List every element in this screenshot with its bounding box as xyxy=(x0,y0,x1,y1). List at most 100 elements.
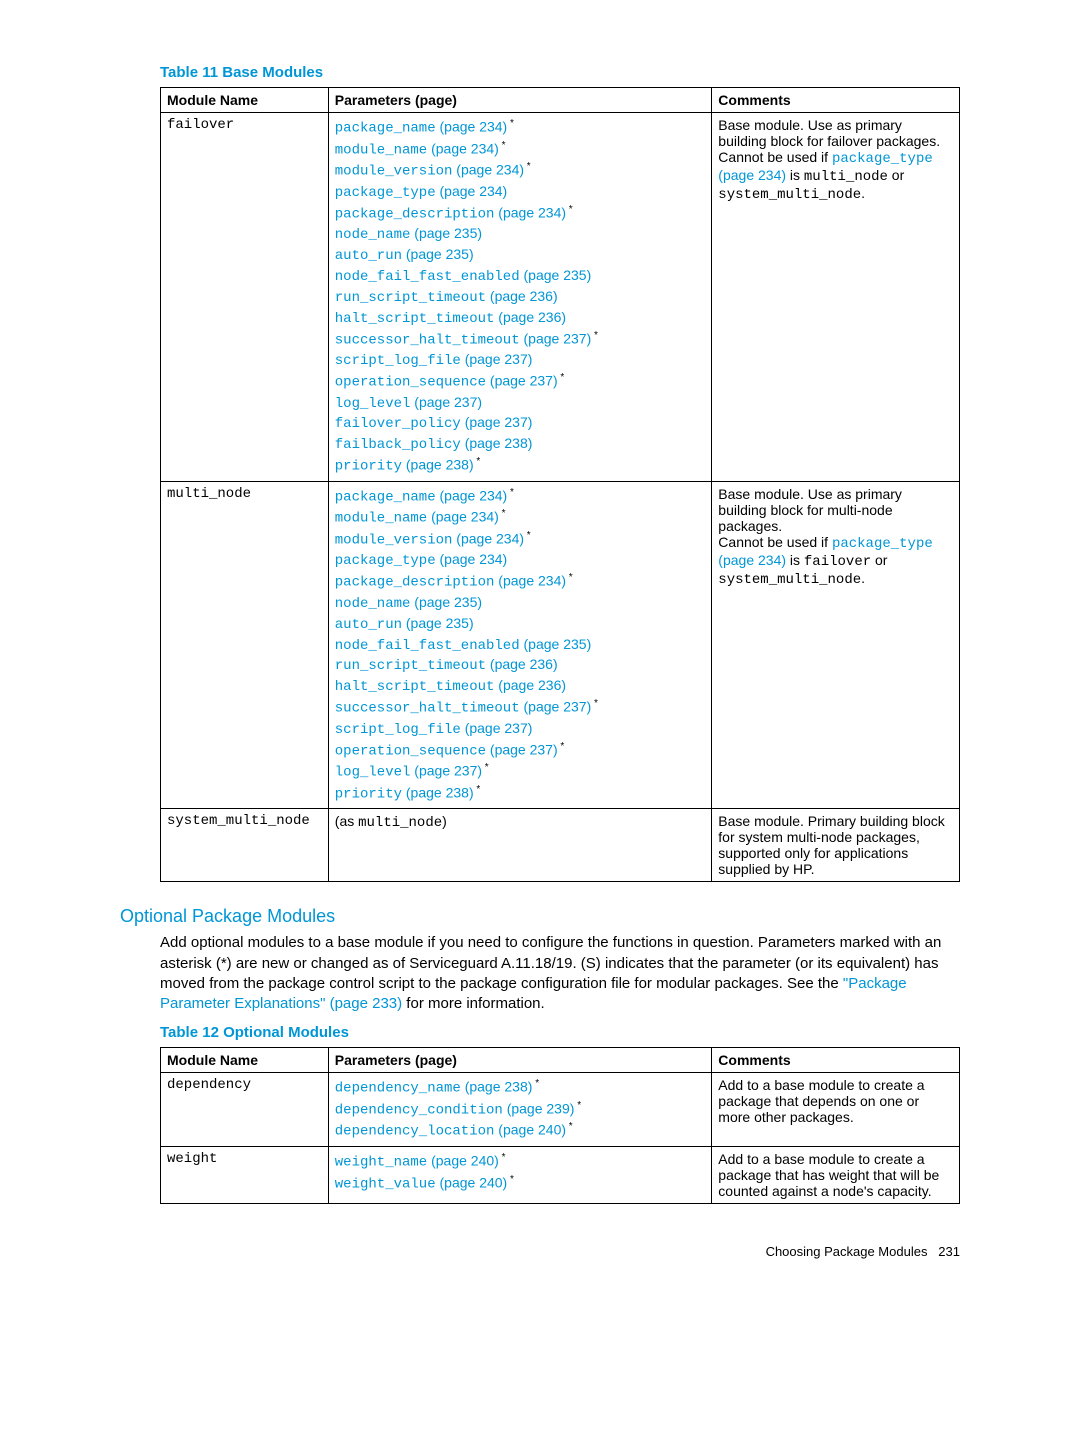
param-link[interactable]: package_description xyxy=(335,575,495,591)
comment-text: is xyxy=(786,552,804,568)
param-link[interactable]: module_name xyxy=(335,511,427,527)
code: system_multi_node xyxy=(718,572,861,588)
param-link[interactable]: package_type xyxy=(335,553,436,569)
page-ref[interactable]: (page 234) xyxy=(436,183,508,199)
page-ref[interactable]: (page 237) xyxy=(461,351,533,367)
text: ) xyxy=(442,813,447,829)
asterisk-icon: * xyxy=(524,161,531,172)
param-link[interactable]: run_script_timeout xyxy=(335,658,486,674)
param-link[interactable]: script_log_file xyxy=(335,722,461,738)
param-link[interactable]: dependency_condition xyxy=(335,1103,503,1119)
page-ref[interactable]: (page 240) xyxy=(427,1153,499,1169)
page-ref[interactable]: (page 238) xyxy=(402,457,474,473)
page-ref[interactable]: (page 237) xyxy=(461,720,533,736)
param-link[interactable]: node_name xyxy=(335,596,411,612)
page-ref[interactable]: (page 234) xyxy=(427,140,499,156)
param-link[interactable]: operation_sequence xyxy=(335,375,486,391)
code: multi_node xyxy=(804,169,888,185)
comment-text: Base module. Use as primary building blo… xyxy=(718,486,902,534)
param-link[interactable]: run_script_timeout xyxy=(335,290,486,306)
page-ref[interactable]: (page 236) xyxy=(494,309,566,325)
page-ref[interactable]: (page 234) xyxy=(452,162,524,178)
param-link[interactable]: failback_policy xyxy=(335,437,461,453)
param-link[interactable]: node_name xyxy=(335,227,411,243)
param-link[interactable]: dependency_name xyxy=(335,1081,461,1097)
page-ref[interactable]: (page 235) xyxy=(402,246,474,262)
param-link[interactable]: node_fail_fast_enabled xyxy=(335,269,520,285)
param-link[interactable]: halt_script_timeout xyxy=(335,311,495,327)
page-ref[interactable]: (page 234) xyxy=(436,487,508,503)
param-link[interactable]: package_name xyxy=(335,121,436,137)
page-ref[interactable]: (page 240) xyxy=(436,1174,508,1190)
table-row: dependency dependency_name (page 238) *d… xyxy=(161,1073,960,1147)
params-cell: package_name (page 234) * module_name (pa… xyxy=(328,481,712,809)
page-ref[interactable]: (page 235) xyxy=(520,267,592,283)
page-ref[interactable]: (page 235) xyxy=(402,615,474,631)
param-link[interactable]: module_name xyxy=(335,142,427,158)
page-ref[interactable]: (page 237) xyxy=(461,414,533,430)
link[interactable]: package_type xyxy=(832,536,933,552)
param-link[interactable]: priority xyxy=(335,459,402,475)
param-link[interactable]: failover_policy xyxy=(335,416,461,432)
page-ref[interactable]: (page 237) xyxy=(520,699,592,715)
param-link[interactable]: auto_run xyxy=(335,617,402,633)
footer-page: 231 xyxy=(938,1244,960,1259)
comment-text: or xyxy=(871,552,887,568)
table-row: multi_node package_name (page 234) *modu… xyxy=(161,481,960,809)
page-ref[interactable]: (page 237) xyxy=(486,741,558,757)
param-link[interactable]: successor_halt_timeout xyxy=(335,701,520,717)
param-link[interactable]: operation_sequence xyxy=(335,743,486,759)
page-ref[interactable]: (page 234) xyxy=(427,509,499,525)
page-ref[interactable]: (page 237) xyxy=(486,373,558,389)
page-ref[interactable]: (page 234) xyxy=(494,204,566,220)
code: failover xyxy=(804,554,871,570)
param-link[interactable]: node_fail_fast_enabled xyxy=(335,638,520,654)
link[interactable]: (page 234) xyxy=(718,552,786,568)
asterisk-icon: * xyxy=(566,204,573,215)
param-link[interactable]: package_type xyxy=(335,185,436,201)
param-link[interactable]: package_description xyxy=(335,206,495,222)
param-link[interactable]: script_log_file xyxy=(335,353,461,369)
page-ref[interactable]: (page 238) xyxy=(402,784,474,800)
param-link[interactable]: log_level xyxy=(335,396,411,412)
param-link[interactable]: log_level xyxy=(335,765,411,781)
page-ref[interactable]: (page 234) xyxy=(452,530,524,546)
module-name: weight xyxy=(161,1146,329,1203)
page-ref[interactable]: (page 239) xyxy=(503,1101,575,1117)
page-ref[interactable]: (page 237) xyxy=(410,394,482,410)
page-ref[interactable]: (page 234) xyxy=(436,551,508,567)
param-link[interactable]: halt_script_timeout xyxy=(335,679,495,695)
param-link[interactable]: auto_run xyxy=(335,248,402,264)
page-ref[interactable]: (page 238) xyxy=(461,1079,533,1095)
asterisk-icon: * xyxy=(499,508,506,519)
param-link[interactable]: weight_value xyxy=(335,1176,436,1192)
page-ref[interactable]: (page 235) xyxy=(520,636,592,652)
page-ref[interactable]: (page 238) xyxy=(461,435,533,451)
params-cell: dependency_name (page 238) *dependency_c… xyxy=(328,1073,712,1147)
page-ref[interactable]: (page 236) xyxy=(486,656,558,672)
param-link[interactable]: package_name xyxy=(335,489,436,505)
page-ref[interactable]: (page 234) xyxy=(494,573,566,589)
param-link[interactable]: successor_halt_timeout xyxy=(335,332,520,348)
page-ref[interactable]: (page 235) xyxy=(410,225,482,241)
param-link[interactable]: weight_name xyxy=(335,1155,427,1171)
asterisk-icon: * xyxy=(507,118,514,129)
page-ref[interactable]: (page 237) xyxy=(520,330,592,346)
module-name: dependency xyxy=(161,1073,329,1147)
param-link[interactable]: module_version xyxy=(335,532,453,548)
page-ref[interactable]: (page 234) xyxy=(436,119,508,135)
asterisk-icon: * xyxy=(474,456,481,467)
page-ref[interactable]: (page 236) xyxy=(494,677,566,693)
page-ref[interactable]: (page 240) xyxy=(494,1122,566,1138)
param-link[interactable]: dependency_location xyxy=(335,1124,495,1140)
param-link[interactable]: module_version xyxy=(335,164,453,180)
footer-text: Choosing Package Modules xyxy=(766,1244,928,1259)
page-ref[interactable]: (page 235) xyxy=(410,594,482,610)
table11-h1: Module Name xyxy=(161,88,329,113)
comments-cell: Base module. Use as primary building blo… xyxy=(712,481,960,809)
link[interactable]: package_type xyxy=(832,151,933,167)
page-ref[interactable]: (page 236) xyxy=(486,288,558,304)
link[interactable]: (page 234) xyxy=(718,167,786,183)
param-link[interactable]: priority xyxy=(335,786,402,802)
page-ref[interactable]: (page 237) xyxy=(410,763,482,779)
